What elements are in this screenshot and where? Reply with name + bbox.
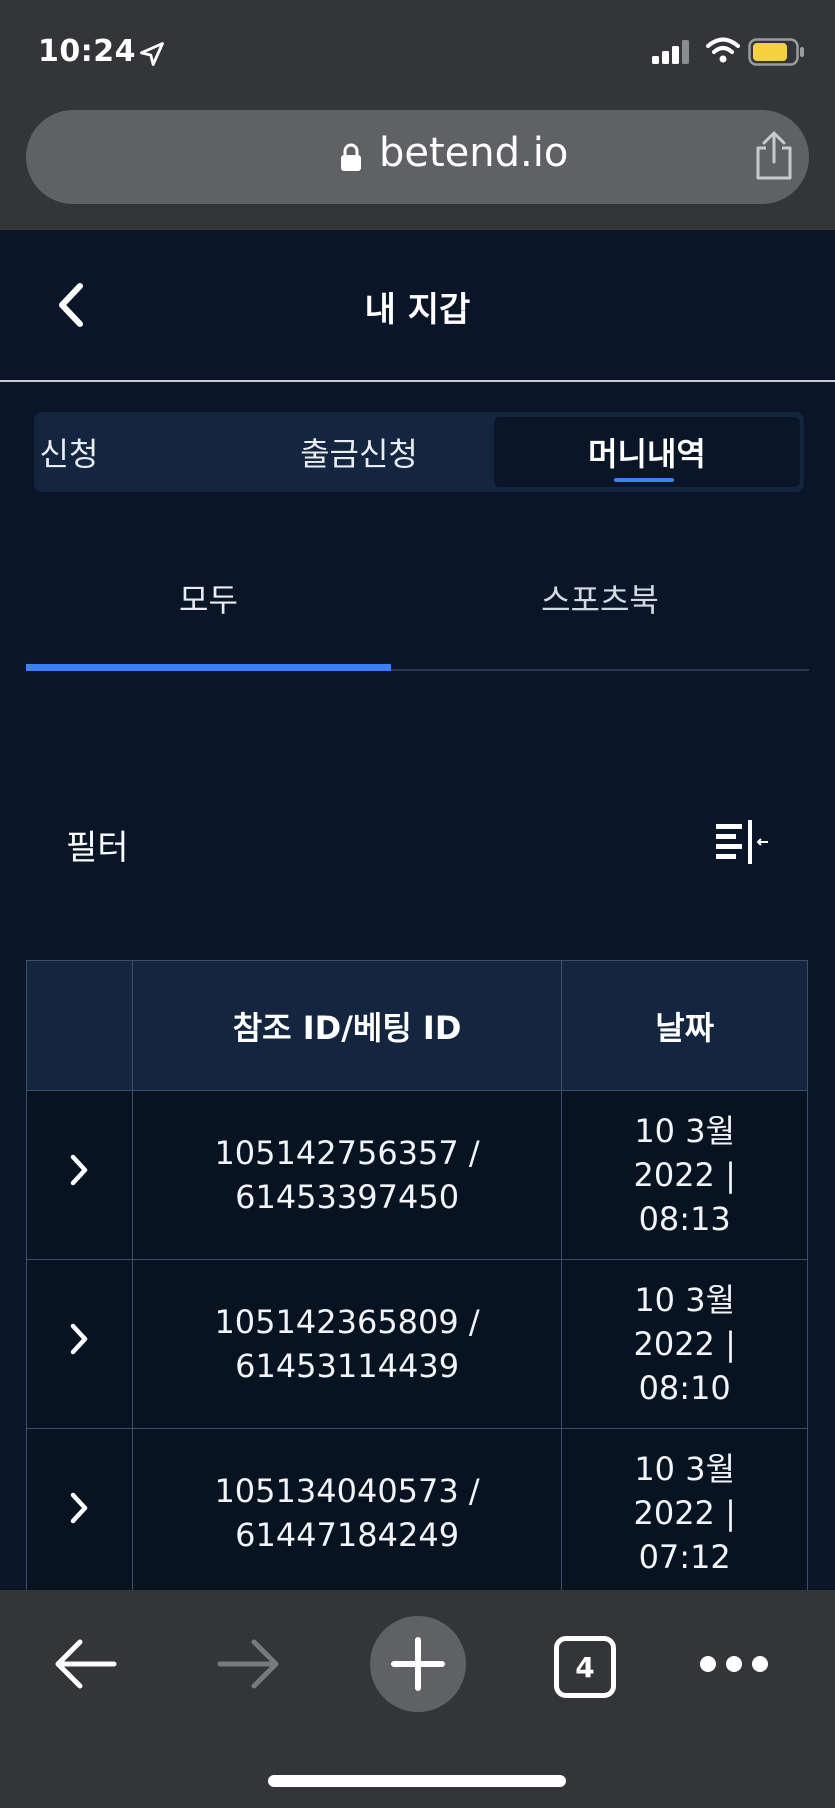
table-row[interactable]: 105142756357 / 61453397450 10 3월 2022 | … <box>26 1090 808 1260</box>
tab-switcher-button[interactable]: 4 <box>554 1636 616 1698</box>
date-cell: 10 3월 2022 | 08:13 <box>561 1090 808 1260</box>
expand-cell[interactable] <box>26 1259 133 1429</box>
bet-id: 61447184249 <box>235 1516 460 1554</box>
table-viewport: 참조 ID/베팅 ID 날짜 105142756357 / 6145339745… <box>0 0 835 1590</box>
ref-id: 105142756357 / <box>214 1134 480 1172</box>
date-cell: 10 3월 2022 | 07:12 <box>561 1428 808 1590</box>
home-indicator <box>268 1775 566 1787</box>
browser-forward-icon[interactable] <box>216 1630 284 1698</box>
chevron-right-icon[interactable] <box>68 1153 90 1187</box>
ref-id: 105134040573 / <box>214 1472 480 1510</box>
date-cell: 10 3월 2022 | 08:10 <box>561 1259 808 1429</box>
ref-id-cell: 105142756357 / 61453397450 <box>131 1090 563 1260</box>
table-row[interactable]: 105142365809 / 61453114439 10 3월 2022 | … <box>26 1259 808 1429</box>
chevron-right-icon[interactable] <box>68 1491 90 1525</box>
ref-id-cell: 105142365809 / 61453114439 <box>131 1259 563 1429</box>
new-tab-button[interactable] <box>370 1616 466 1712</box>
date-year: 2022 | <box>633 1156 736 1194</box>
table-row[interactable]: 105134040573 / 61447184249 10 3월 2022 | … <box>26 1428 808 1590</box>
chevron-right-icon[interactable] <box>68 1322 90 1356</box>
browser-back-icon[interactable] <box>50 1630 118 1698</box>
bet-id: 61453397450 <box>235 1178 460 1216</box>
date-day: 10 3월 <box>634 1450 736 1488</box>
expand-cell[interactable] <box>26 1090 133 1260</box>
table-header-row: 참조 ID/베팅 ID 날짜 <box>26 960 808 1091</box>
header-expand <box>26 960 133 1091</box>
plus-icon <box>391 1637 445 1691</box>
money-history-table: 참조 ID/베팅 ID 날짜 105142756357 / 6145339745… <box>26 960 808 1590</box>
tab-count: 4 <box>575 1650 595 1684</box>
date-year: 2022 | <box>633 1325 736 1363</box>
date-day: 10 3월 <box>634 1112 736 1150</box>
expand-cell[interactable] <box>26 1428 133 1590</box>
date-time: 07:12 <box>638 1538 731 1576</box>
date-time: 08:10 <box>638 1369 731 1407</box>
more-options-icon[interactable] <box>698 1652 770 1676</box>
date-time: 08:13 <box>638 1200 731 1238</box>
header-ref-id: 참조 ID/베팅 ID <box>131 960 563 1091</box>
ref-id-cell: 105134040573 / 61447184249 <box>131 1428 563 1590</box>
date-year: 2022 | <box>633 1494 736 1532</box>
bet-id: 61453114439 <box>235 1347 460 1385</box>
header-date: 날짜 <box>561 960 808 1091</box>
ref-id: 105142365809 / <box>214 1303 480 1341</box>
date-day: 10 3월 <box>634 1281 736 1319</box>
